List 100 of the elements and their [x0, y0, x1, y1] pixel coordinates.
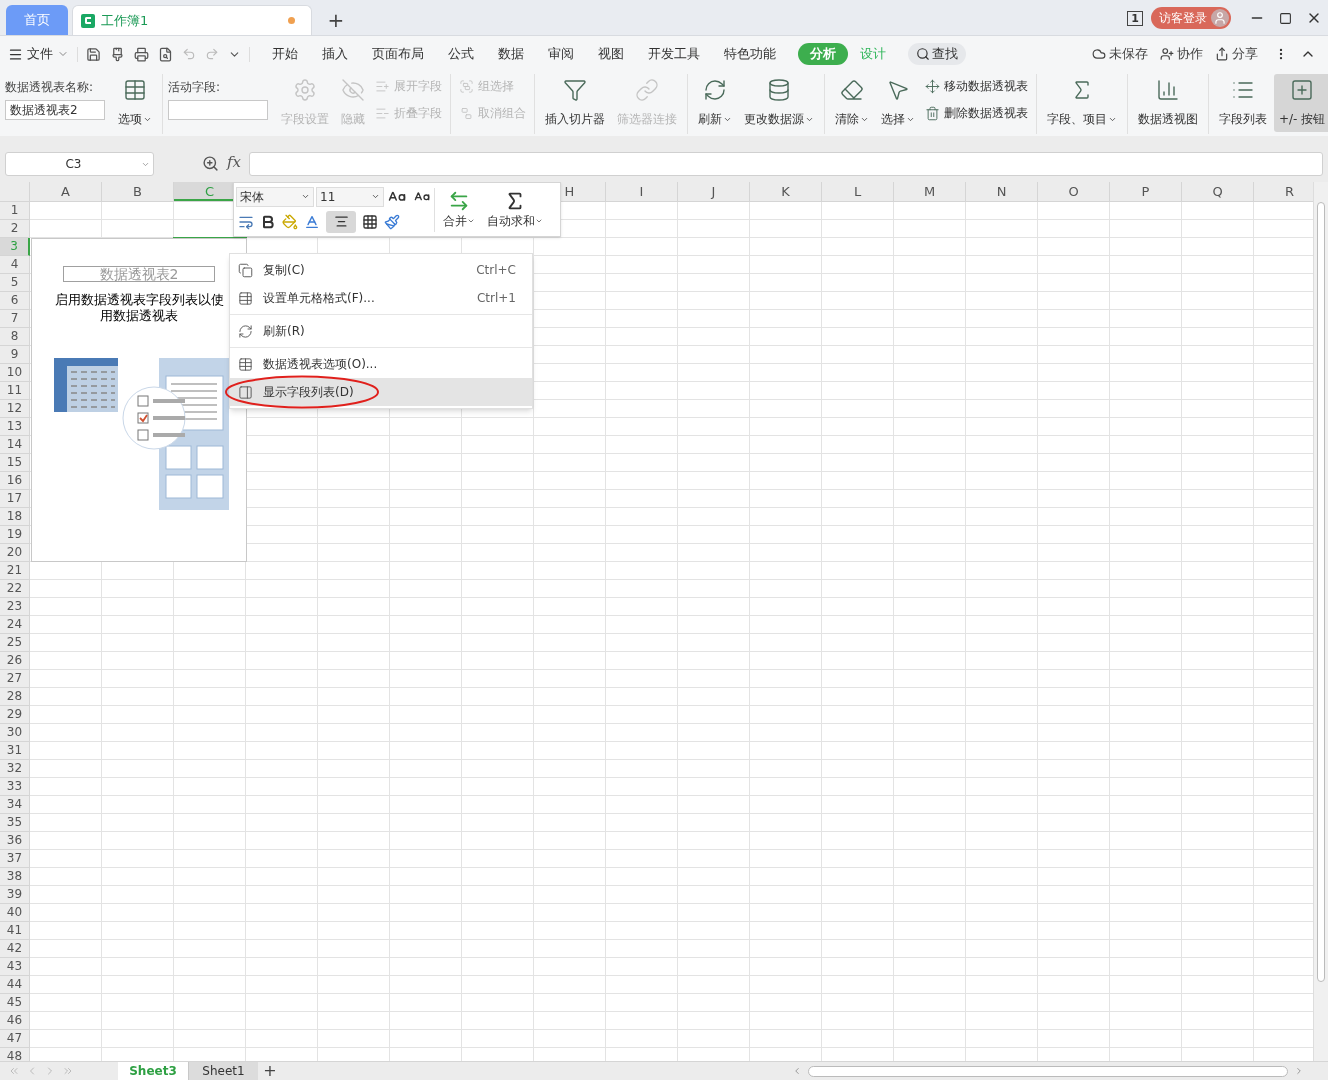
maximize-icon[interactable]: [1279, 11, 1292, 25]
vertical-scrollbar[interactable]: [1313, 182, 1328, 1061]
row-header[interactable]: 28: [0, 688, 30, 706]
row-header[interactable]: 2: [0, 220, 30, 238]
row-header[interactable]: 40: [0, 904, 30, 922]
row-header[interactable]: 35: [0, 814, 30, 832]
row-header[interactable]: 32: [0, 760, 30, 778]
borders-icon[interactable]: [362, 213, 378, 230]
print-preview-icon[interactable]: [158, 46, 173, 62]
row-header[interactable]: 46: [0, 1012, 30, 1030]
function-button[interactable]: fx: [227, 150, 241, 173]
font-select[interactable]: 宋体: [236, 186, 314, 207]
row-header[interactable]: 5: [0, 274, 30, 292]
row-header[interactable]: 1: [0, 202, 30, 220]
row-header[interactable]: 26: [0, 652, 30, 670]
ribbon-tab[interactable]: 公式: [436, 43, 486, 65]
row-header[interactable]: 24: [0, 616, 30, 634]
row-header[interactable]: 44: [0, 976, 30, 994]
row-header[interactable]: 30: [0, 724, 30, 742]
column-header[interactable]: Q: [1182, 182, 1254, 201]
column-header[interactable]: J: [678, 182, 750, 201]
row-header[interactable]: 10: [0, 364, 30, 382]
row-header[interactable]: 31: [0, 742, 30, 760]
row-header[interactable]: 15: [0, 454, 30, 472]
save-icon[interactable]: [86, 46, 101, 62]
ribbon-button[interactable]: 插入切片器: [540, 74, 610, 132]
row-header[interactable]: 48: [0, 1048, 30, 1061]
toolbar-action[interactable]: 分享: [1215, 44, 1258, 64]
row-header[interactable]: 13: [0, 418, 30, 436]
printer-icon[interactable]: [134, 46, 149, 62]
row-header[interactable]: 42: [0, 940, 30, 958]
zoom-icon[interactable]: [202, 155, 219, 172]
row-header[interactable]: 18: [0, 508, 30, 526]
ribbon-tab[interactable]: 开发工具: [636, 43, 712, 65]
row-header[interactable]: 14: [0, 436, 30, 454]
row-header[interactable]: 39: [0, 886, 30, 904]
row-header[interactable]: 36: [0, 832, 30, 850]
row-header[interactable]: 37: [0, 850, 30, 868]
row-header[interactable]: 21: [0, 562, 30, 580]
column-header[interactable]: M: [894, 182, 966, 201]
ribbon-button[interactable]: 数据透视图: [1133, 74, 1203, 132]
column-header[interactable]: O: [1038, 182, 1110, 201]
menu-item[interactable]: 数据透视表选项(O)...: [230, 350, 532, 378]
ribbon-button[interactable]: 选项: [113, 74, 157, 132]
font-size-select[interactable]: 11: [316, 186, 384, 207]
text-field[interactable]: [168, 100, 268, 120]
ribbon-button[interactable]: 清除: [830, 74, 874, 132]
sheet-tab[interactable]: Sheet1: [188, 1061, 258, 1080]
column-header[interactable]: A: [30, 182, 102, 201]
column-header[interactable]: I: [606, 182, 678, 201]
row-header[interactable]: 33: [0, 778, 30, 796]
row-header[interactable]: 25: [0, 634, 30, 652]
format-painter-icon[interactable]: [384, 213, 400, 230]
new-tab-button[interactable]: +: [316, 5, 356, 35]
brush-icon[interactable]: [110, 46, 125, 62]
menu-item[interactable]: 设置单元格格式(F)... Ctrl+1: [230, 284, 532, 312]
sheet-tab[interactable]: Sheet3: [118, 1061, 188, 1080]
login-button[interactable]: 访客登录: [1151, 7, 1231, 29]
merge-button[interactable]: 合并: [439, 189, 479, 230]
menu-item[interactable]: 刷新(R): [230, 317, 532, 345]
search-button[interactable]: 查找: [908, 43, 966, 65]
menu-item[interactable]: 显示字段列表(D): [230, 378, 532, 406]
ribbon-button[interactable]: 字段列表: [1214, 74, 1272, 132]
column-header[interactable]: N: [966, 182, 1038, 201]
ribbon-button[interactable]: 更改数据源: [739, 74, 819, 132]
ribbon-button[interactable]: 选择: [876, 74, 920, 132]
row-header[interactable]: 45: [0, 994, 30, 1012]
add-sheet-button[interactable]: +: [258, 1063, 282, 1079]
column-header[interactable]: K: [750, 182, 822, 201]
row-header[interactable]: 20: [0, 544, 30, 562]
file-menu[interactable]: 文件: [8, 44, 69, 64]
fill-color-icon[interactable]: [282, 213, 298, 230]
ribbon-button[interactable]: 字段、项目: [1042, 74, 1122, 132]
row-header[interactable]: 43: [0, 958, 30, 976]
row-header[interactable]: 7: [0, 310, 30, 328]
ribbon-tab[interactable]: 视图: [586, 43, 636, 65]
toolbar-action[interactable]: 协作: [1160, 44, 1203, 64]
column-header[interactable]: L: [822, 182, 894, 201]
row-header[interactable]: 16: [0, 472, 30, 490]
ribbon-tab[interactable]: 页面布局: [360, 43, 436, 65]
row-header[interactable]: 47: [0, 1030, 30, 1048]
row-header[interactable]: 9: [0, 346, 30, 364]
ribbon-tab[interactable]: 数据: [486, 43, 536, 65]
row-header[interactable]: 27: [0, 670, 30, 688]
ribbon-button[interactable]: +/- 按钮: [1274, 74, 1328, 132]
document-tab[interactable]: 工作簿1: [72, 5, 312, 35]
ribbon-button[interactable]: 移动数据透视表: [922, 74, 1031, 98]
row-header[interactable]: 12: [0, 400, 30, 418]
row-header[interactable]: 34: [0, 796, 30, 814]
window-count-icon[interactable]: 1: [1127, 10, 1143, 26]
row-header[interactable]: 11: [0, 382, 30, 400]
row-header[interactable]: 23: [0, 598, 30, 616]
name-box[interactable]: C3: [5, 152, 154, 176]
row-header[interactable]: 4: [0, 256, 30, 274]
ribbon-button[interactable]: 刷新: [693, 74, 737, 132]
column-header[interactable]: P: [1110, 182, 1182, 201]
row-header[interactable]: 41: [0, 922, 30, 940]
row-header[interactable]: 38: [0, 868, 30, 886]
align-center-button[interactable]: [326, 210, 356, 233]
row-header[interactable]: 6: [0, 292, 30, 310]
